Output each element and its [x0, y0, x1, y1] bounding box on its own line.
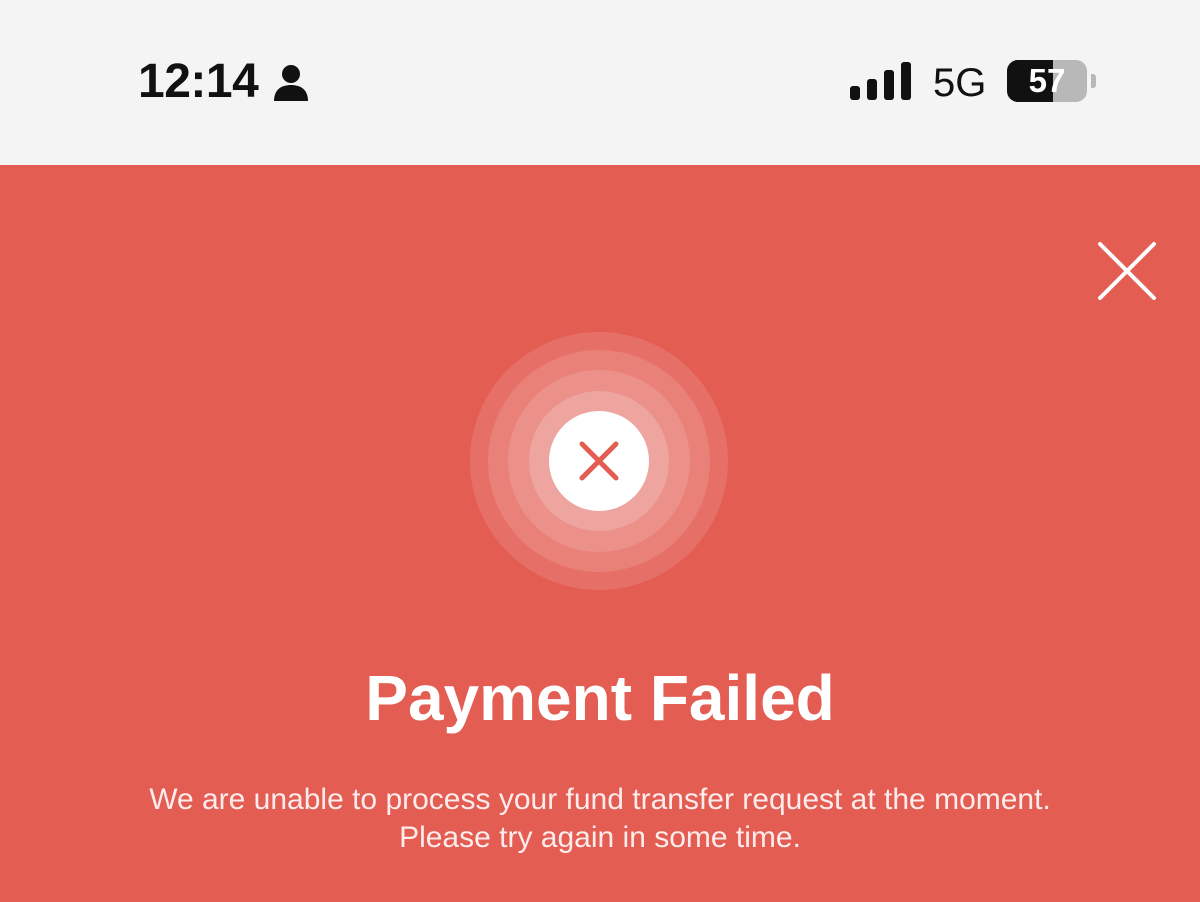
- network-label: 5G: [933, 61, 987, 105]
- status-bar: 12:14 5G 57: [0, 0, 1200, 165]
- error-message-line-1: We are unable to process your fund trans…: [149, 783, 1051, 816]
- battery-cap: [1091, 74, 1096, 88]
- signal-bars-icon: [850, 62, 911, 100]
- battery-level: 57: [1028, 62, 1066, 99]
- page-title: Payment Failed: [365, 662, 835, 734]
- close-icon[interactable]: [1096, 240, 1158, 302]
- error-message: We are unable to process your fund trans…: [60, 781, 1140, 857]
- battery-icon: 57: [1007, 60, 1097, 102]
- battery-body: 57: [1007, 60, 1087, 102]
- error-message-line-2: Please try again in some time.: [399, 821, 801, 854]
- error-x-icon: [579, 441, 619, 481]
- error-badge: [549, 411, 649, 511]
- person-icon: [274, 65, 308, 101]
- status-time: 12:14: [138, 55, 259, 108]
